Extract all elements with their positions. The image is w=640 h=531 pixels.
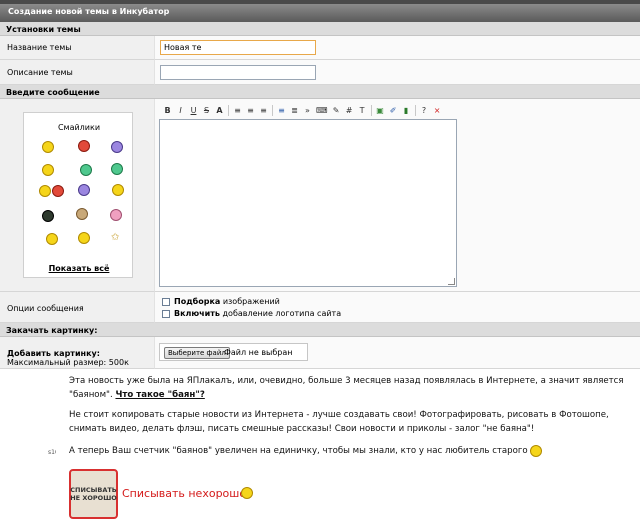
devil-icon[interactable] bbox=[78, 140, 90, 152]
thumb-icon[interactable] bbox=[46, 233, 58, 245]
text-icon[interactable]: T bbox=[358, 105, 367, 117]
star-icon[interactable]: ✩ bbox=[111, 232, 119, 243]
wave-icon[interactable] bbox=[39, 185, 51, 197]
help-icon[interactable]: ? bbox=[420, 105, 429, 117]
code-icon[interactable]: ⌨ bbox=[316, 105, 328, 117]
section-message: Введите сообщение bbox=[0, 85, 640, 99]
tongue-icon[interactable] bbox=[78, 184, 90, 196]
show-all-smilies-link[interactable]: Показать всё bbox=[24, 264, 134, 273]
cool-icon[interactable] bbox=[42, 164, 54, 176]
option-selection-rest: изображений bbox=[220, 297, 280, 306]
repost-notice-panel: Эта новость уже была на ЯПлакалъ, или, о… bbox=[56, 369, 640, 531]
purple-smile-icon[interactable] bbox=[111, 141, 123, 153]
selection-checkbox[interactable] bbox=[162, 297, 170, 306]
upload-label-cell: Добавить картинку: Максимальный размер: … bbox=[0, 337, 154, 369]
link-icon[interactable]: ≡ bbox=[277, 105, 286, 117]
smile-icon bbox=[530, 444, 543, 457]
notice-paragraph-3-text: А теперь Ваш счетчик "баянов" увеличен н… bbox=[69, 446, 528, 456]
page-title: Создание новой темы в Инкубатор bbox=[8, 7, 170, 16]
left-margin: s10 bbox=[0, 369, 59, 531]
toolbar-divider bbox=[272, 105, 273, 116]
resize-handle[interactable] bbox=[448, 278, 455, 285]
options-label-cell: Опции сообщения bbox=[0, 292, 154, 323]
list-icon[interactable]: ≣ bbox=[290, 105, 299, 117]
what-is-bayan-link[interactable]: Что такое "баян"? bbox=[115, 390, 204, 400]
smilies-title: Смайлики bbox=[57, 123, 101, 132]
quote-icon[interactable]: » bbox=[303, 105, 312, 117]
section-settings-label: Установки темы bbox=[6, 25, 81, 34]
topic-desc-value-cell bbox=[154, 60, 640, 85]
option-logo-text: Включить добавление логотипа сайта bbox=[174, 309, 341, 318]
notice-paragraph-3: А теперь Ваш счетчик "баянов" увеличен н… bbox=[69, 444, 629, 458]
max-size-label: Максимальный размер: 500к bbox=[7, 358, 129, 367]
fight-icon[interactable] bbox=[52, 185, 64, 197]
section-message-label: Введите сообщение bbox=[6, 88, 100, 97]
option-logo-bold: Включить bbox=[174, 309, 220, 318]
gun-icon[interactable] bbox=[80, 164, 92, 176]
section-upload: Закачать картинку: bbox=[0, 323, 640, 337]
reading-smile-icon bbox=[241, 487, 253, 499]
topic-name-value-cell: Новая те bbox=[154, 36, 640, 60]
topic-name-label: Название темы bbox=[7, 43, 72, 52]
toolbar-divider bbox=[228, 105, 229, 116]
topic-desc-label-cell: Описание темы bbox=[0, 60, 154, 85]
topic-name-input[interactable]: Новая те bbox=[160, 40, 316, 55]
no-copying-stamp-image: СПИСЫВАТЬ НЕ ХОРОШО bbox=[69, 469, 118, 519]
add-image-label: Добавить картинку: bbox=[7, 349, 100, 358]
green-smile-icon[interactable] bbox=[111, 163, 123, 175]
notice-paragraph-1: Эта новость уже была на ЯПлакалъ, или, о… bbox=[69, 374, 629, 402]
dog-icon[interactable] bbox=[42, 210, 54, 222]
choose-file-button[interactable]: Выберите файл bbox=[164, 347, 230, 359]
align-center-icon[interactable]: ≡ bbox=[246, 105, 255, 117]
option-selection-bold: Подборка bbox=[174, 297, 221, 306]
hash-icon[interactable]: # bbox=[345, 105, 354, 117]
align-right-icon[interactable]: ≡ bbox=[259, 105, 268, 117]
bold-button[interactable]: B bbox=[163, 105, 172, 117]
image-icon[interactable]: ▣ bbox=[376, 105, 385, 117]
section-upload-label: Закачать картинку: bbox=[6, 326, 98, 335]
party-icon[interactable] bbox=[76, 208, 88, 220]
option-logo-rest: добавление логотипа сайта bbox=[219, 309, 342, 318]
section-settings: Установки темы bbox=[0, 22, 640, 36]
editor-toolbar: B I U S A ≡ ≡ ≡ ≡ ≣ » ⌨ ✎ # T ▣ ✐ ▮ ? × bbox=[159, 103, 457, 118]
dance-icon[interactable] bbox=[78, 232, 90, 244]
topic-desc-label: Описание темы bbox=[7, 68, 73, 77]
smilies-panel: Смайлики ✩ Показать всё bbox=[23, 112, 133, 278]
ninja-icon[interactable] bbox=[110, 209, 122, 221]
mosh-icon[interactable] bbox=[112, 184, 124, 196]
font-color-button[interactable]: A bbox=[215, 105, 224, 117]
toolbar-divider bbox=[370, 105, 372, 116]
option-logo-row[interactable]: Включить добавление логотипа сайта bbox=[162, 309, 341, 318]
option-selection-row[interactable]: Подборка изображений bbox=[162, 297, 280, 306]
file-input[interactable]: Выберите файл Файл не выбран bbox=[159, 343, 308, 361]
toolbar-divider bbox=[414, 105, 416, 116]
options-label: Опции сообщения bbox=[7, 304, 84, 313]
options-value-cell: Подборка изображений Включить добавление… bbox=[154, 292, 640, 323]
underline-button[interactable]: U bbox=[189, 105, 198, 117]
flash-icon[interactable]: ✐ bbox=[389, 105, 398, 117]
notice-paragraph-2: Не стоит копировать старые новости из Ин… bbox=[69, 410, 609, 434]
topic-name-input-value: Новая те bbox=[164, 43, 202, 52]
message-textarea[interactable] bbox=[159, 119, 457, 287]
logo-checkbox[interactable] bbox=[162, 309, 170, 318]
clear-format-icon[interactable]: × bbox=[433, 105, 442, 117]
topic-desc-input[interactable] bbox=[160, 65, 316, 80]
file-status-text: Файл не выбран bbox=[224, 348, 293, 357]
edit-icon[interactable]: ✎ bbox=[332, 105, 341, 117]
video-icon[interactable]: ▮ bbox=[402, 105, 411, 117]
italic-button[interactable]: I bbox=[176, 105, 185, 117]
topic-name-label-cell: Название темы bbox=[0, 36, 154, 60]
stamp-text: СПИСЫВАТЬ НЕ ХОРОШО bbox=[70, 486, 117, 502]
align-left-icon[interactable]: ≡ bbox=[233, 105, 242, 117]
strike-button[interactable]: S bbox=[202, 105, 211, 117]
window-titlebar: Создание новой темы в Инкубатор bbox=[0, 0, 640, 22]
option-selection-text: Подборка изображений bbox=[174, 297, 280, 306]
smile-icon[interactable] bbox=[42, 141, 54, 153]
no-copying-caption: Списывать нехорошо bbox=[122, 487, 247, 500]
